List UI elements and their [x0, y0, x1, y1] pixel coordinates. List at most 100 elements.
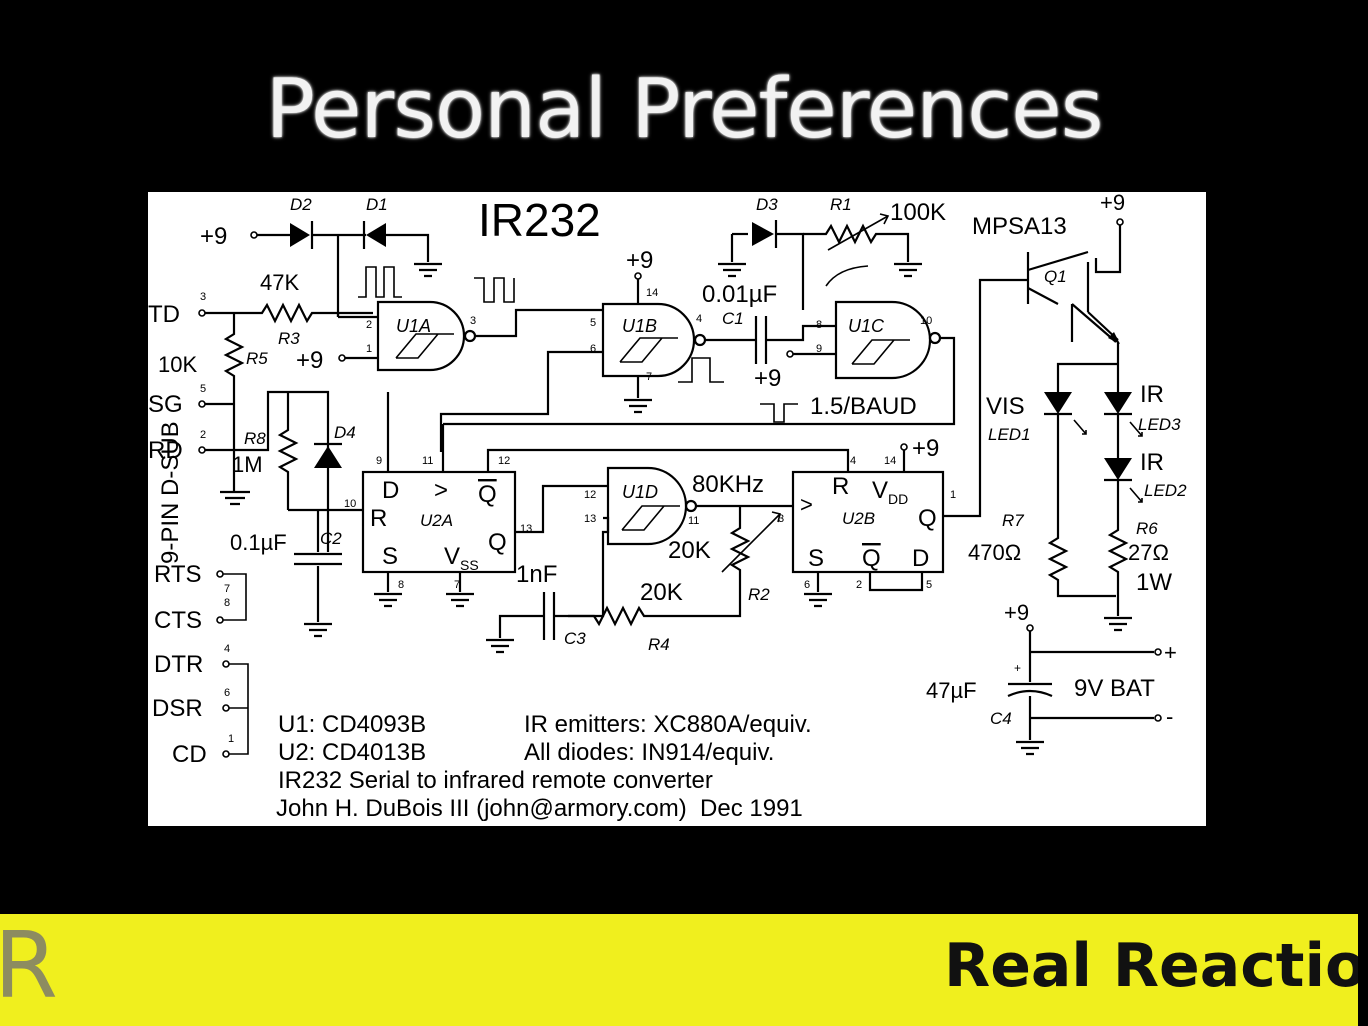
schematic-notes: U1: CD4093B IR emitters: XC880A/equiv. U… [276, 711, 812, 822]
wire-c1-u1c [766, 324, 836, 342]
r8-value: 1M [232, 452, 263, 477]
u2a-label: U2A [420, 511, 453, 530]
wire-u1a-out [475, 308, 603, 338]
pin-rd-num: 2 [200, 429, 206, 441]
ground-c3 [486, 638, 514, 654]
c2-label: C2 [320, 529, 342, 548]
schematic-title: IR232 [478, 194, 601, 246]
wire-d1-ground [386, 233, 430, 262]
note-diodes: All diodes: IN914/equiv. [524, 739, 774, 766]
led1-rays [1073, 419, 1087, 435]
pin-sg-terminal [198, 400, 206, 408]
waveform-baud [760, 403, 798, 423]
u2a-q-pin: 13 [520, 523, 532, 535]
battery-label: 9V BAT [1074, 675, 1155, 702]
u2b-d-pin: 5 [926, 579, 932, 591]
c2-value: 0.1µF [230, 530, 287, 555]
wire-u1d-in2 [558, 516, 610, 618]
pin-dsr-label: DSR [152, 695, 203, 722]
ground-c2 [304, 622, 332, 638]
r2-wiper-arrow [721, 511, 781, 573]
u2a-q: Q [488, 529, 507, 556]
plus9-input-terminal [250, 231, 258, 239]
c4-polarity: + [1014, 661, 1021, 675]
pin-dtr-num: 4 [224, 643, 230, 655]
u2b-r: R [832, 473, 849, 500]
plus9-q1-terminal [1116, 218, 1124, 226]
u1d-label: U1D [622, 482, 658, 502]
footer-brand: Real Reactio [944, 931, 1358, 1001]
diode-d1 [366, 223, 386, 247]
u1a-body [376, 300, 466, 372]
baud-label: 1.5/BAUD [810, 393, 917, 420]
waveform-u1a [474, 277, 515, 303]
pin-rts-num: 7 [224, 583, 230, 595]
ground-u1b [624, 398, 652, 414]
pin-cd-terminal [222, 750, 230, 758]
capacitor-c2 [294, 552, 342, 566]
note-description: IR232 Serial to infrared remote converte… [278, 767, 713, 794]
r3-label: R3 [278, 329, 300, 348]
r1-value: 100K [890, 199, 946, 226]
u1d-in1-pin: 12 [584, 489, 596, 501]
u2b-label: U2B [842, 509, 875, 528]
waveform-u1b [678, 357, 724, 383]
wire-u2b-qbar-d [868, 572, 924, 592]
freq-label: 80KHz [692, 471, 764, 498]
plus9-u1c-terminal [786, 350, 794, 358]
gate-u1a: U1A 2 1 3 [338, 300, 603, 372]
waveform-td [358, 266, 402, 298]
u2a-s-pin: 8 [398, 579, 404, 591]
q1-body [1027, 250, 1117, 343]
led1-symbol [1044, 392, 1072, 414]
ground-sg [220, 490, 250, 506]
ground-bat [1016, 740, 1044, 756]
wire-rd-network [205, 390, 330, 552]
r1-label: R1 [830, 195, 852, 214]
plus9-u1b-label: +9 [626, 247, 653, 274]
plus9-u1c-label: +9 [754, 365, 781, 392]
pin-rts-terminal [216, 570, 224, 578]
ground-d1 [414, 262, 442, 278]
r6-power: 1W [1136, 569, 1172, 596]
c4-value: 47µF [926, 678, 977, 703]
led3-ir: IR [1140, 381, 1164, 408]
resistor-r3 [205, 302, 373, 324]
led2-ir: IR [1140, 449, 1164, 476]
u2a-clk: > [434, 477, 448, 504]
u2a-d: D [382, 477, 399, 504]
plus9-u1a-terminal [338, 354, 346, 362]
u1d-out-pin: 11 [688, 515, 699, 527]
u1b-schmitt [619, 337, 678, 363]
u1b-in1-pin: 5 [590, 317, 596, 329]
resistor-r1 [803, 223, 910, 262]
d3-label: D3 [756, 195, 778, 214]
wire-d3-r1 [776, 232, 805, 310]
output-stage: MPSA13 +9 Q1 VIS LED1 R7 470Ω IR LED3 IR… [968, 192, 1187, 632]
u1b-label: U1B [622, 316, 657, 336]
u2a-vss-sub: SS [460, 557, 479, 573]
u1c-in1-pin: 8 [816, 319, 822, 331]
u2b-s-pin: 6 [804, 579, 810, 591]
plus9-u2b-label: +9 [912, 435, 939, 462]
footer-logo: R [0, 914, 58, 1019]
r7-value: 470Ω [968, 540, 1021, 565]
u2a-r: R [370, 505, 387, 532]
capacitor-c3 [498, 592, 558, 640]
plus9-u2b-terminal [900, 443, 908, 451]
bat-plus-label: + [1164, 640, 1177, 665]
u1b-in2-pin: 6 [590, 343, 596, 355]
u2b-vdd-pin: 14 [884, 455, 896, 467]
r8-label: R8 [244, 429, 266, 448]
u2a-qbar: Q [478, 481, 497, 508]
plus9-input-label: +9 [200, 223, 227, 250]
u2b-r-pin: 4 [850, 455, 856, 467]
footer-bar: R Real Reactio [0, 914, 1358, 1026]
pin-cts-num: 8 [224, 597, 230, 609]
u2b-qbar: Q [862, 545, 881, 572]
c1-label: C1 [722, 309, 744, 328]
r1-wiper-arrow [827, 213, 890, 251]
bat-plus-terminal [1154, 648, 1162, 656]
u2b-q-pin: 1 [950, 489, 956, 501]
c4-plate-bottom [1007, 689, 1053, 698]
